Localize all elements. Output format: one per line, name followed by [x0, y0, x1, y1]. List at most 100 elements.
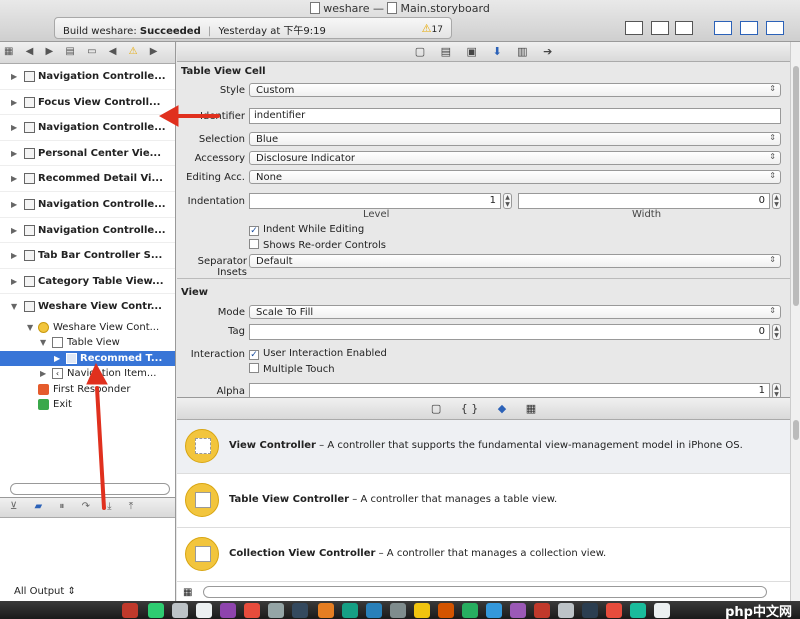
app-icon[interactable]: [654, 603, 670, 618]
app-icon[interactable]: [390, 603, 406, 618]
outline-scene-row[interactable]: ▶ Navigation Controlle...: [0, 64, 175, 90]
outline-scene-row[interactable]: ▶ Navigation Controlle...: [0, 115, 175, 141]
app-icon[interactable]: [220, 603, 236, 618]
file-icon[interactable]: ▤: [65, 46, 74, 57]
editing-accessory-popup[interactable]: None ⇕: [249, 170, 781, 184]
disclosure-icon[interactable]: ▶: [11, 98, 17, 107]
library-item[interactable]: Table View Controller – A controller tha…: [177, 474, 790, 528]
activity-view[interactable]: Build weshare: Succeeded | Yesterday at …: [54, 17, 452, 39]
outline-navitem-row[interactable]: ▶ ‹ Navigation Item...: [0, 366, 175, 382]
disclosure-icon[interactable]: ▶: [54, 354, 60, 363]
indentation-level-field[interactable]: 1: [249, 193, 501, 209]
outline-first-responder-row[interactable]: First Responder: [0, 382, 175, 398]
outline-scene-row[interactable]: ▶ Tab Bar Controller S...: [0, 243, 175, 269]
outline-scene-row[interactable]: ▶ Recommed Detail Vi...: [0, 166, 175, 192]
connections-inspector-icon[interactable]: ➔: [543, 45, 552, 58]
app-icon[interactable]: [558, 603, 574, 618]
warning-nav-icon[interactable]: ⚠: [129, 46, 138, 57]
mode-popup[interactable]: Scale To Fill ⇕: [249, 305, 781, 319]
disclosure-icon[interactable]: ▶: [11, 149, 17, 158]
outline-scene-row[interactable]: ▶ Personal Center Vie...: [0, 141, 175, 167]
outline-exit-row[interactable]: Exit: [0, 397, 175, 413]
app-icon[interactable]: [148, 603, 164, 618]
style-popup[interactable]: Custom ⇕: [249, 83, 781, 97]
code-snippet-icon[interactable]: { }: [461, 402, 479, 415]
version-editor-button[interactable]: [675, 21, 693, 35]
tag-field[interactable]: 0: [249, 324, 770, 340]
disclosure-icon[interactable]: ▶: [11, 277, 17, 286]
step-into-icon[interactable]: ⤓: [107, 501, 111, 512]
app-icon[interactable]: [342, 603, 358, 618]
indentation-width-field[interactable]: 0: [518, 193, 770, 209]
file-inspector-icon[interactable]: ▢: [415, 45, 425, 58]
file-template-icon[interactable]: ▢: [431, 402, 441, 415]
media-library-icon[interactable]: ▦: [526, 402, 536, 415]
shows-reorder-checkbox[interactable]: Shows Re-order Controls: [249, 239, 386, 251]
quick-help-icon[interactable]: ▤: [441, 45, 451, 58]
object-library-icon[interactable]: ◆: [498, 402, 506, 415]
app-icon[interactable]: [582, 603, 598, 618]
app-icon[interactable]: [122, 603, 138, 618]
app-icon[interactable]: [366, 603, 382, 618]
identifier-field[interactable]: indentifier: [249, 108, 781, 124]
size-inspector-icon[interactable]: ▥: [517, 45, 527, 58]
app-icon[interactable]: [172, 603, 188, 618]
navigator-toggle-button[interactable]: [714, 21, 732, 35]
app-icon[interactable]: [510, 603, 526, 618]
indentation-level-stepper[interactable]: ▲ ▼: [503, 193, 512, 209]
grid-icon[interactable]: ▦: [4, 46, 13, 57]
library-item[interactable]: Collection View Controller – A controlle…: [177, 528, 790, 582]
disclosure-icon[interactable]: ▶: [11, 200, 17, 209]
standard-editor-button[interactable]: [625, 21, 643, 35]
inspector-scroll-thumb[interactable]: [793, 66, 799, 306]
app-icon[interactable]: [414, 603, 430, 618]
outline-tableview-row[interactable]: ▼ Table View: [0, 335, 175, 351]
outline-cell-row[interactable]: ▶ Recommed T...: [0, 350, 175, 367]
app-icon[interactable]: [244, 603, 260, 618]
separator-insets-popup[interactable]: Default ⇕: [249, 254, 781, 268]
user-interaction-checkbox[interactable]: ✓ User Interaction Enabled: [249, 348, 387, 360]
accessory-popup[interactable]: Disclosure Indicator ⇕: [249, 151, 781, 165]
app-icon[interactable]: [486, 603, 502, 618]
app-icon[interactable]: [462, 603, 478, 618]
outline-scene-row[interactable]: ▶ Focus View Controll...: [0, 90, 175, 116]
disclosure-expanded-icon[interactable]: ▼: [27, 323, 33, 332]
folder-icon[interactable]: ▭: [87, 46, 96, 57]
app-icon[interactable]: [196, 603, 212, 618]
issue-prev-icon[interactable]: ◀: [109, 46, 117, 57]
disclosure-icon[interactable]: ▶: [11, 226, 17, 235]
app-icon[interactable]: [292, 603, 308, 618]
outline-scene-row[interactable]: ▶ Navigation Controlle...: [0, 192, 175, 218]
app-icon[interactable]: [534, 603, 550, 618]
disclosure-expanded-icon[interactable]: ▼: [11, 302, 17, 311]
grid-view-icon[interactable]: ▦: [183, 587, 192, 598]
issue-next-icon[interactable]: ▶: [150, 46, 158, 57]
attributes-inspector-icon[interactable]: ⬇: [492, 45, 501, 58]
selection-popup[interactable]: Blue ⇕: [249, 132, 781, 146]
disclosure-expanded-icon[interactable]: ▼: [40, 338, 46, 347]
output-selector[interactable]: All Output ⇕: [14, 586, 76, 597]
hide-debug-icon[interactable]: ⊻: [10, 501, 17, 512]
disclosure-icon[interactable]: ▶: [11, 251, 17, 260]
pause-icon[interactable]: ⏸: [59, 501, 64, 512]
disclosure-icon[interactable]: ▶: [11, 72, 17, 81]
app-icon[interactable]: [606, 603, 622, 618]
forward-icon[interactable]: ▶: [46, 46, 54, 57]
inspector-scrollbar[interactable]: [790, 42, 800, 601]
disclosure-icon[interactable]: ▶: [40, 369, 46, 378]
step-out-icon[interactable]: ⤒: [129, 501, 133, 512]
app-icon[interactable]: [630, 603, 646, 618]
disclosure-icon[interactable]: ▶: [11, 123, 17, 132]
utilities-toggle-button[interactable]: [766, 21, 784, 35]
indent-while-editing-checkbox[interactable]: ✓ Indent While Editing: [249, 224, 364, 236]
app-icon[interactable]: [438, 603, 454, 618]
alpha-stepper[interactable]: ▲ ▼: [772, 383, 781, 397]
library-scroll-thumb[interactable]: [793, 420, 799, 440]
app-icon[interactable]: [318, 603, 334, 618]
outline-scene-row[interactable]: ▶ Navigation Controlle...: [0, 218, 175, 244]
indentation-width-stepper[interactable]: ▲ ▼: [772, 193, 781, 209]
step-over-icon[interactable]: ↷: [82, 501, 90, 512]
library-item[interactable]: View Controller – A controller that supp…: [177, 420, 790, 474]
debug-toggle-button[interactable]: [740, 21, 758, 35]
identity-inspector-icon[interactable]: ▣: [467, 45, 477, 58]
